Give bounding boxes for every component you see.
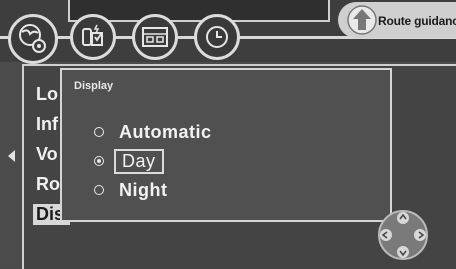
left-arrow-icon[interactable] bbox=[8, 150, 15, 162]
route-guidance-label: Route guidance bbox=[378, 14, 456, 28]
display-popup: Display Automatic Day Night bbox=[60, 68, 392, 222]
radio-selected-icon bbox=[94, 156, 104, 166]
option-label: Day bbox=[114, 148, 164, 174]
route-guidance-button[interactable]: Route guidance bbox=[338, 2, 456, 38]
navigation-screen: Route guidance Lo Inf Vo Ro Dis Display … bbox=[0, 0, 456, 269]
radio-icon bbox=[94, 127, 104, 137]
option-day[interactable]: Day bbox=[94, 147, 164, 175]
menu-item[interactable]: Lo bbox=[36, 84, 58, 105]
globe-gear-icon[interactable] bbox=[8, 14, 58, 64]
option-automatic[interactable]: Automatic bbox=[94, 118, 212, 146]
menu-item[interactable]: Inf bbox=[36, 114, 58, 135]
clock-icon[interactable] bbox=[194, 14, 240, 60]
option-label: Night bbox=[119, 179, 168, 200]
menu-item[interactable]: Vo bbox=[36, 144, 58, 165]
radio-icon bbox=[94, 185, 104, 195]
phone-icon[interactable] bbox=[70, 14, 116, 60]
option-night[interactable]: Night bbox=[94, 176, 167, 204]
joystick-icon[interactable] bbox=[370, 206, 436, 262]
screen-icon[interactable] bbox=[132, 14, 178, 60]
top-bar: Route guidance bbox=[0, 0, 456, 64]
popup-title: Display bbox=[74, 80, 114, 92]
route-arrow-icon bbox=[347, 5, 377, 35]
option-label: Automatic bbox=[119, 121, 212, 142]
menu-item[interactable]: Ro bbox=[36, 174, 60, 195]
